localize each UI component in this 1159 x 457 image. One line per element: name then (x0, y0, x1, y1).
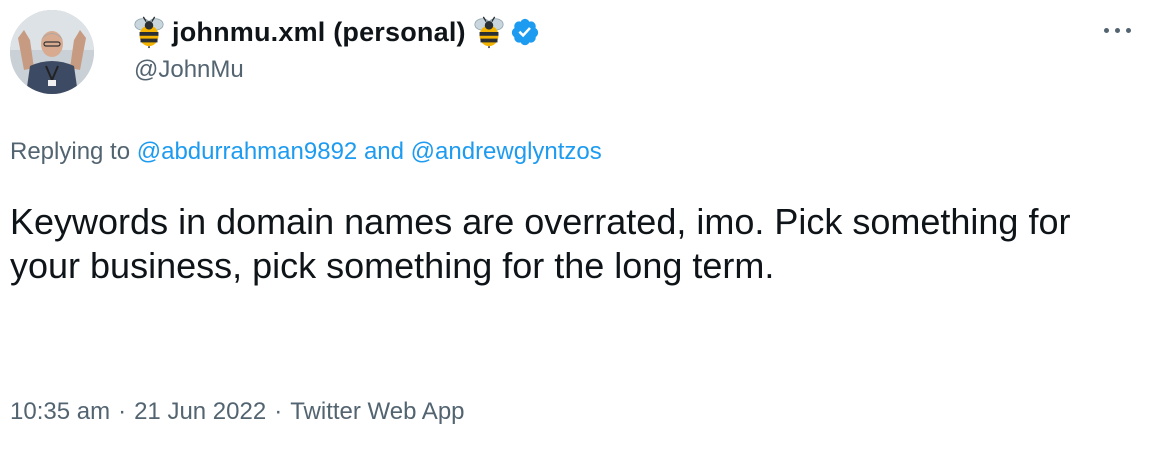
tweet-card: johnmu.xml (personal) @JohnMu Replying t (0, 0, 1159, 457)
replying-prefix: Replying to (10, 138, 131, 165)
avatar[interactable] (10, 10, 94, 94)
tweet-metadata: 10:35 am · 21 Jun 2022 · Twitter Web App (10, 398, 465, 426)
replying-to-line: Replying to @abdurrahman9892 and @andrew… (10, 138, 602, 166)
tweet-time[interactable]: 10:35 am (10, 398, 110, 425)
tweet-date[interactable]: 21 Jun 2022 (134, 398, 266, 425)
tweet-text: Keywords in domain names are overrated, … (10, 201, 1071, 286)
tweet-header: johnmu.xml (personal) @JohnMu (132, 12, 1079, 84)
author-name-row[interactable]: johnmu.xml (personal) (132, 12, 1079, 52)
tweet-client[interactable]: Twitter Web App (290, 398, 464, 425)
verified-badge-icon[interactable] (510, 17, 540, 47)
more-horizontal-icon (1103, 27, 1109, 33)
bee-icon (474, 16, 504, 49)
avatar-image (10, 10, 94, 94)
more-options-button[interactable] (1097, 16, 1137, 44)
more-horizontal-icon (1114, 27, 1120, 33)
reply-mention-1[interactable]: @abdurrahman9892 (137, 138, 358, 165)
author-display-name[interactable]: johnmu.xml (personal) (172, 17, 466, 48)
separator: · (274, 398, 283, 425)
reply-joiner[interactable]: and (364, 138, 404, 165)
separator: · (118, 398, 127, 425)
more-horizontal-icon (1125, 27, 1131, 33)
bee-icon (134, 16, 164, 49)
author-handle[interactable]: @JohnMu (134, 56, 1079, 84)
reply-mention-2[interactable]: @andrewglyntzos (411, 138, 602, 165)
